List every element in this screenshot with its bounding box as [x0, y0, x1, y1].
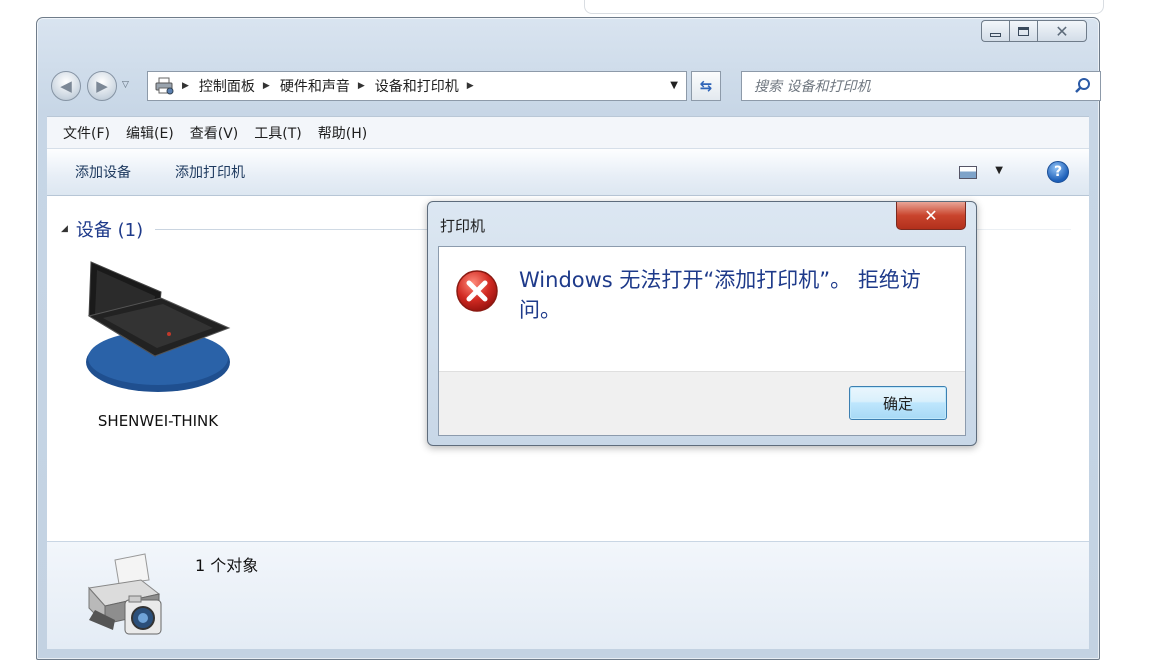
maximize-button[interactable] — [1009, 20, 1037, 42]
dialog-footer: 确定 — [439, 371, 965, 435]
close-button[interactable]: ✕ — [1037, 20, 1087, 42]
refresh-button[interactable]: ⇆ — [691, 71, 721, 101]
dialog-title: 打印机 — [440, 217, 486, 235]
caption-buttons: ✕ — [981, 20, 1087, 42]
breadcrumb-separator-icon[interactable]: ▶ — [463, 81, 480, 91]
maximize-icon — [1018, 26, 1029, 36]
search-input[interactable]: 搜索 设备和打印机 — [741, 71, 1101, 101]
dialog-close-button[interactable]: ✕ — [896, 202, 966, 230]
dialog-message: Windows 无法打开“添加打印机”。 拒绝访问。 — [519, 268, 921, 322]
error-dialog: 打印机 ✕ Windows 无法打开“添加打印机”。 拒绝访问。 确定 — [427, 201, 977, 446]
menu-view[interactable]: 查看(V) — [190, 123, 239, 143]
back-button[interactable]: ◀ — [51, 71, 81, 101]
menu-file[interactable]: 文件(F) — [63, 123, 110, 143]
object-count: 1 个对象 — [195, 556, 259, 575]
address-dropdown-icon[interactable]: ▼ — [670, 80, 678, 91]
menu-help[interactable]: 帮助(H) — [318, 123, 367, 143]
details-pane: 1 个对象 — [47, 541, 1089, 649]
device-item-laptop[interactable]: SHENWEI-THINK — [71, 258, 245, 432]
address-bar[interactable]: ▶ 控制面板 ▶ 硬件和声音 ▶ 设备和打印机 ▶ ▼ — [147, 71, 687, 101]
help-icon[interactable]: ? — [1047, 161, 1069, 183]
breadcrumb-separator-icon[interactable]: ▶ — [354, 81, 371, 91]
breadcrumb-separator-icon[interactable]: ▶ — [178, 81, 195, 91]
dialog-body: Windows 无法打开“添加打印机”。 拒绝访问。 确定 — [438, 246, 966, 436]
printer-folder-icon — [152, 77, 178, 95]
close-icon: ✕ — [924, 206, 938, 225]
ok-button[interactable]: 确定 — [849, 386, 947, 420]
printer-camera-icon — [75, 550, 171, 650]
minimize-button[interactable] — [981, 20, 1009, 42]
menu-tools[interactable]: 工具(T) — [254, 123, 301, 143]
command-bar: 添加设备 添加打印机 ▼ ? — [47, 148, 1089, 196]
refresh-icon: ⇆ — [699, 77, 713, 95]
menu-edit[interactable]: 编辑(E) — [126, 123, 174, 143]
forward-button[interactable]: ▶ — [87, 71, 117, 101]
add-device-button[interactable]: 添加设备 — [75, 162, 131, 182]
minimize-icon — [990, 33, 1001, 37]
navigation-row: ◀ ▶ ▽ ▶ 控制面板 ▶ 硬件和声音 ▶ 设备和打印机 ▶ ▼ ⇆ 搜索 设… — [51, 66, 1101, 106]
search-placeholder: 搜索 设备和打印机 — [754, 79, 871, 95]
search-icon[interactable] — [1074, 77, 1092, 95]
dialog-message-area: Windows 无法打开“添加打印机”。 拒绝访问。 — [439, 247, 965, 371]
devices-group-title: 设备 (1) — [75, 220, 144, 241]
view-options-dropdown-icon[interactable]: ▼ — [995, 165, 1003, 176]
add-printer-button[interactable]: 添加打印机 — [175, 162, 245, 182]
recent-pages-dropdown[interactable]: ▽ — [122, 80, 129, 90]
back-arrow-icon: ◀ — [60, 77, 72, 95]
change-view-icon[interactable] — [959, 166, 977, 179]
error-icon — [456, 270, 498, 312]
close-icon: ✕ — [1055, 21, 1069, 41]
breadcrumb-separator-icon[interactable]: ▶ — [259, 81, 276, 91]
collapse-triangle-icon[interactable]: ◢ — [61, 224, 68, 234]
laptop-icon — [86, 261, 231, 392]
device-label: SHENWEI-THINK — [97, 412, 219, 430]
breadcrumb-control-panel[interactable]: 控制面板 — [195, 72, 259, 100]
forward-arrow-icon: ▶ — [96, 77, 108, 95]
background-window-fragment — [584, 0, 1104, 14]
breadcrumb-devices-printers[interactable]: 设备和打印机 — [371, 72, 463, 100]
menu-bar: 文件(F) 编辑(E) 查看(V) 工具(T) 帮助(H) — [47, 116, 1089, 148]
breadcrumb-hardware-sound[interactable]: 硬件和声音 — [276, 72, 354, 100]
